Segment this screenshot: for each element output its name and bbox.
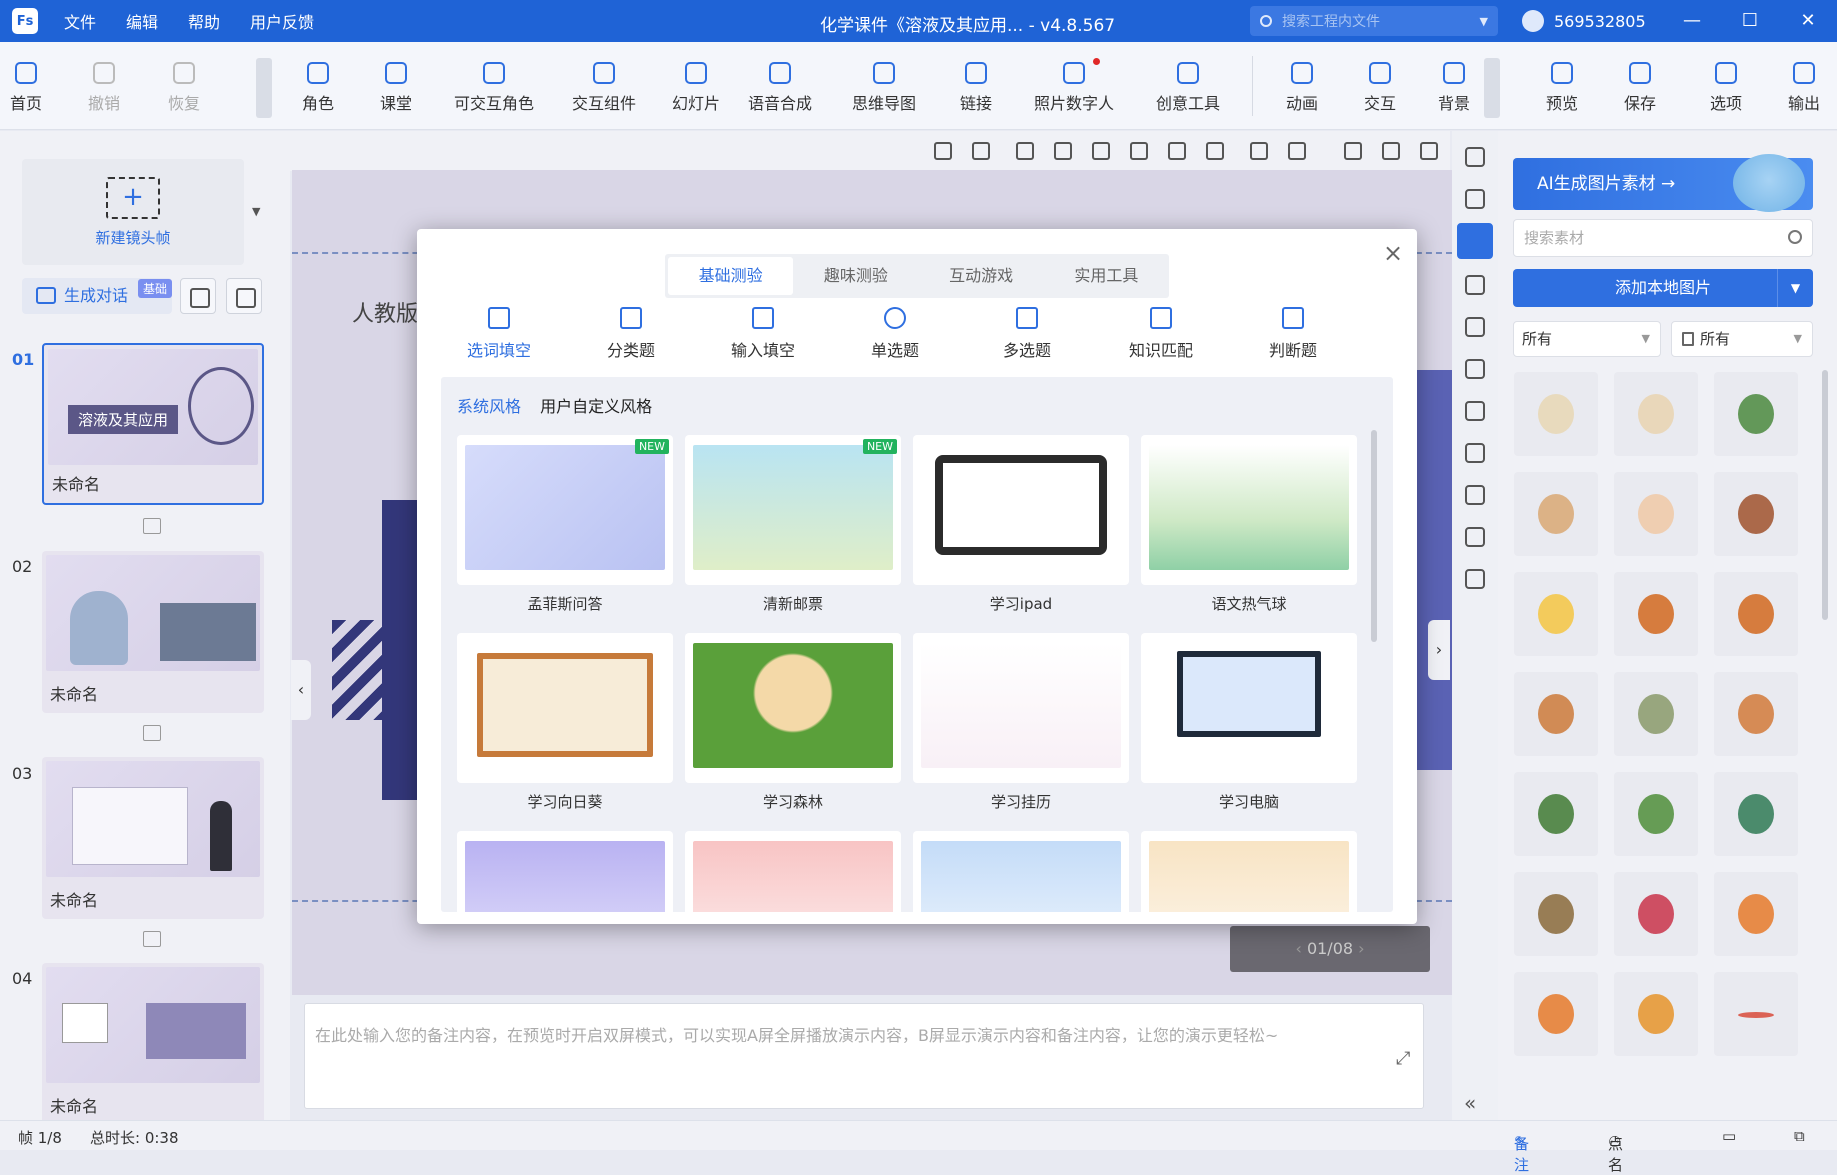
- qtype-label: 知识匹配: [1128, 341, 1193, 360]
- true-false-icon: [1282, 307, 1304, 329]
- qtype-single-choice[interactable]: 单选题: [835, 307, 955, 361]
- template-preview: [465, 841, 665, 912]
- tab-custom-style[interactable]: 用户自定义风格: [540, 397, 652, 416]
- template-card[interactable]: [913, 831, 1129, 912]
- template-preview: [1177, 651, 1321, 737]
- style-tabs: 系统风格 用户自定义风格: [457, 393, 652, 417]
- radio-icon: [884, 307, 906, 329]
- template-gallery: 系统风格 用户自定义风格 NEW 孟菲斯问答 NEW 清新邮票 学习ipad 语…: [441, 377, 1393, 912]
- template-card[interactable]: [457, 831, 673, 912]
- qtype-label: 多选题: [1002, 341, 1051, 360]
- template-card[interactable]: [913, 633, 1129, 783]
- tab-basic-quiz[interactable]: 基础测验: [668, 257, 794, 295]
- template-preview: [693, 445, 893, 570]
- template-card[interactable]: [1141, 435, 1357, 585]
- tab-interactive-game[interactable]: 互动游戏: [919, 254, 1044, 298]
- template-preview: [921, 643, 1121, 768]
- template-name: 语文热气球: [1211, 595, 1287, 613]
- tab-utility-tools[interactable]: 实用工具: [1044, 254, 1169, 298]
- template-preview: [693, 841, 893, 912]
- qtype-word-fill[interactable]: 选词填空: [439, 307, 559, 391]
- template-name: 学习森林: [762, 793, 823, 811]
- word-fill-icon: [488, 307, 510, 329]
- template-preview: [921, 841, 1121, 912]
- template-preview: [465, 445, 665, 570]
- template-name: 学习向日葵: [527, 793, 603, 811]
- qtype-label: 分类题: [606, 341, 655, 360]
- qtype-input-fill[interactable]: 输入填空: [703, 307, 823, 361]
- template-card[interactable]: [685, 633, 901, 783]
- close-icon[interactable]: ×: [1383, 239, 1403, 267]
- qtype-multiple-choice[interactable]: 多选题: [967, 307, 1087, 361]
- template-name: 清新邮票: [762, 595, 823, 613]
- template-name: 孟菲斯问答: [527, 595, 603, 613]
- template-card[interactable]: [685, 831, 901, 912]
- template-card[interactable]: [1141, 831, 1357, 912]
- template-name: 学习电脑: [1218, 793, 1279, 811]
- template-preview: [693, 643, 893, 768]
- tab-fun-quiz[interactable]: 趣味测验: [793, 254, 918, 298]
- qtype-true-false[interactable]: 判断题: [1233, 307, 1353, 361]
- question-type-list: 选词填空 分类题 输入填空 单选题 多选题 知识匹配 判断题: [439, 307, 1395, 391]
- template-name: 学习ipad: [989, 595, 1053, 613]
- template-preview: [935, 455, 1107, 555]
- new-badge: NEW: [862, 439, 897, 454]
- qtype-knowledge-match[interactable]: 知识匹配: [1101, 307, 1221, 361]
- qtype-label: 判断题: [1268, 341, 1317, 360]
- gallery-scrollbar[interactable]: [1371, 430, 1377, 642]
- classification-icon: [620, 307, 642, 329]
- template-card[interactable]: NEW: [685, 435, 901, 585]
- match-icon: [1150, 307, 1172, 329]
- template-card[interactable]: [913, 435, 1129, 585]
- template-card[interactable]: NEW: [457, 435, 673, 585]
- template-preview: [1149, 841, 1349, 912]
- quiz-category-tabs: 基础测验 趣味测验 互动游戏 实用工具: [665, 254, 1169, 298]
- template-preview: [477, 653, 653, 757]
- input-fill-icon: [752, 307, 774, 329]
- quiz-template-dialog: × 基础测验 趣味测验 互动游戏 实用工具 选词填空 分类题 输入填空 单选题 …: [417, 229, 1417, 924]
- tab-system-style[interactable]: 系统风格: [457, 397, 521, 416]
- new-badge: NEW: [634, 439, 669, 454]
- qtype-label: 选词填空: [466, 341, 531, 360]
- template-card[interactable]: [457, 633, 673, 783]
- template-preview: [1149, 445, 1349, 570]
- checkbox-icon: [1016, 307, 1038, 329]
- qtype-label: 单选题: [870, 341, 919, 360]
- qtype-classification[interactable]: 分类题: [571, 307, 691, 361]
- qtype-label: 输入填空: [730, 341, 795, 360]
- template-name: 学习挂历: [990, 793, 1051, 811]
- template-card[interactable]: [1141, 633, 1357, 783]
